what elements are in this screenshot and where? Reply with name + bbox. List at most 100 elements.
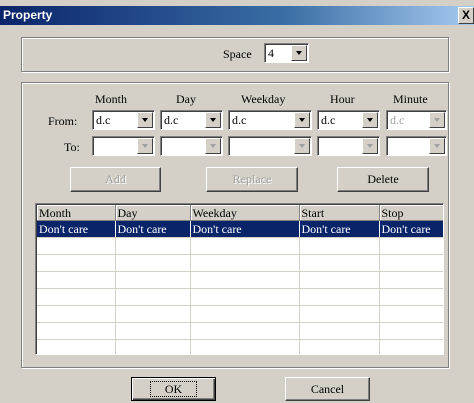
table-cell <box>379 254 443 272</box>
table-cell: Don't care <box>190 220 300 238</box>
table-cell <box>37 322 116 340</box>
column-label-month: Month <box>95 92 128 106</box>
column-header[interactable]: Stop <box>379 205 443 221</box>
table-cell <box>299 237 380 255</box>
table-cell <box>299 305 380 323</box>
column-label-weekday: Weekday <box>241 92 286 106</box>
table-cell <box>37 339 116 354</box>
table-row[interactable] <box>37 305 443 323</box>
table-cell <box>37 288 116 306</box>
table-cell <box>115 305 191 323</box>
chevron-down-icon[interactable] <box>429 138 445 154</box>
column-header[interactable]: Day <box>115 205 191 221</box>
table-cell: Don't care <box>379 220 443 238</box>
table-cell <box>190 339 300 354</box>
to-minute-select[interactable] <box>386 136 447 156</box>
to-day-select[interactable] <box>160 136 223 156</box>
table-cell <box>299 322 380 340</box>
table-cell <box>190 305 300 323</box>
table-cell <box>190 288 300 306</box>
table-cell <box>115 322 191 340</box>
to-month-select[interactable] <box>92 136 155 156</box>
table-cell <box>379 288 443 306</box>
delete-button[interactable]: Delete <box>337 167 429 192</box>
table-row[interactable] <box>37 237 443 255</box>
schedule-list[interactable]: Month Day Weekday Start Stop Don't care Don't… <box>35 203 444 355</box>
to-label: To: <box>64 140 80 154</box>
chevron-down-icon[interactable] <box>294 138 310 154</box>
table-cell <box>190 254 300 272</box>
table-cell <box>379 322 443 340</box>
add-button: Add <box>70 167 161 192</box>
from-hour-select[interactable]: d.c <box>317 110 380 130</box>
chevron-down-icon[interactable] <box>205 138 221 154</box>
table-cell <box>190 271 300 289</box>
from-minute-value: d.c <box>390 113 405 127</box>
table-cell <box>299 288 380 306</box>
chevron-down-icon[interactable] <box>205 112 221 128</box>
from-day-value: d.c <box>164 113 179 127</box>
table-cell: Don't care <box>37 220 116 238</box>
from-day-select[interactable]: d.c <box>160 110 223 130</box>
table-cell <box>115 254 191 272</box>
column-header[interactable]: Weekday <box>190 205 300 221</box>
table-row[interactable] <box>37 254 443 272</box>
chevron-down-icon <box>429 112 445 128</box>
table-cell <box>379 271 443 289</box>
chevron-down-icon[interactable] <box>137 138 153 154</box>
table-row[interactable] <box>37 288 443 306</box>
chevron-down-icon[interactable] <box>137 112 153 128</box>
table-cell <box>379 305 443 323</box>
ok-button[interactable]: OK <box>131 377 216 401</box>
table-cell <box>115 288 191 306</box>
column-header[interactable]: Month <box>37 205 116 221</box>
table-row[interactable] <box>37 271 443 289</box>
from-weekday-select[interactable]: d.c <box>228 110 312 130</box>
table-cell <box>37 305 116 323</box>
header-row: Month Day Weekday Start Stop <box>37 205 443 221</box>
column-label-minute: Minute <box>393 92 428 106</box>
chevron-down-icon[interactable] <box>362 138 378 154</box>
from-label: From: <box>48 114 78 128</box>
cancel-button[interactable]: Cancel <box>285 377 370 401</box>
table-row[interactable]: Don't care Don't care Don't care Don't care… <box>37 220 443 238</box>
chevron-down-icon[interactable] <box>362 112 378 128</box>
table-row[interactable] <box>37 339 443 354</box>
to-weekday-select[interactable] <box>228 136 312 156</box>
dialog-title: Property <box>3 8 53 22</box>
table-cell <box>190 322 300 340</box>
table-cell <box>299 271 380 289</box>
close-icon[interactable]: X <box>458 7 474 24</box>
replace-button: Replace <box>206 167 298 192</box>
chevron-down-icon[interactable] <box>291 45 307 61</box>
table-cell <box>37 271 116 289</box>
table-cell <box>115 339 191 354</box>
space-select[interactable]: 4 <box>264 43 309 63</box>
column-label-day: Day <box>176 92 196 106</box>
table-cell <box>379 339 443 354</box>
from-month-select[interactable]: d.c <box>92 110 155 130</box>
column-label-hour: Hour <box>330 92 355 106</box>
from-month-value: d.c <box>96 113 111 127</box>
chevron-down-icon[interactable] <box>294 112 310 128</box>
schedule-table: Month Day Weekday Start Stop Don't care Don't… <box>37 205 443 354</box>
table-cell <box>379 237 443 255</box>
table-cell <box>299 254 380 272</box>
column-header[interactable]: Start <box>299 205 380 221</box>
table-row[interactable] <box>37 322 443 340</box>
table-cell <box>190 237 300 255</box>
from-minute-select: d.c <box>386 110 447 130</box>
to-hour-select[interactable] <box>317 136 380 156</box>
table-cell <box>37 237 116 255</box>
table-cell <box>37 254 116 272</box>
table-cell: Don't care <box>299 220 380 238</box>
table-cell <box>115 271 191 289</box>
from-weekday-value: d.c <box>232 113 247 127</box>
ok-label: OK <box>149 381 198 397</box>
table-cell: Don't care <box>115 220 191 238</box>
table-cell <box>115 237 191 255</box>
space-label: Space <box>223 47 252 61</box>
title-bar[interactable]: Property X <box>0 6 474 25</box>
table-cell <box>299 339 380 354</box>
space-value: 4 <box>268 46 274 60</box>
